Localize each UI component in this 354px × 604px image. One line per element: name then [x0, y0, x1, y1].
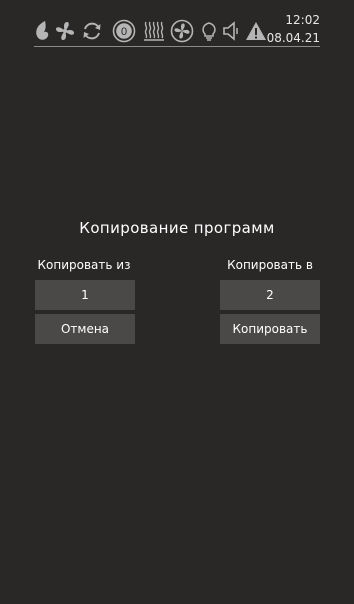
- fan-icon: [53, 17, 77, 45]
- zero-mode-icon: 0: [112, 17, 136, 45]
- copy-from-label: Копировать из: [37, 258, 131, 272]
- speaker-icon: [220, 17, 244, 45]
- circular-fan-icon: [170, 17, 194, 45]
- date-text: 08.04.21: [266, 31, 320, 45]
- zero-label: 0: [121, 26, 127, 38]
- drop-icon: [30, 17, 54, 45]
- cycle-icon: [80, 17, 104, 45]
- warning-icon: [244, 17, 268, 45]
- heat-waves-icon: [142, 17, 166, 45]
- cancel-button[interactable]: Отмена: [35, 314, 135, 344]
- copy-button[interactable]: Копировать: [220, 314, 320, 344]
- status-bar: 0 12:02 08.04.21: [0, 0, 354, 50]
- lightbulb-icon: [197, 17, 221, 45]
- page-title: Копирование программ: [79, 219, 275, 237]
- time-text: 12:02: [285, 13, 320, 27]
- copy-from-selector[interactable]: 1: [35, 280, 135, 310]
- header-divider: [34, 46, 320, 47]
- copy-to-label: Копировать в: [227, 258, 313, 272]
- clock: 12:02 08.04.21: [267, 11, 320, 47]
- copy-to-selector[interactable]: 2: [220, 280, 320, 310]
